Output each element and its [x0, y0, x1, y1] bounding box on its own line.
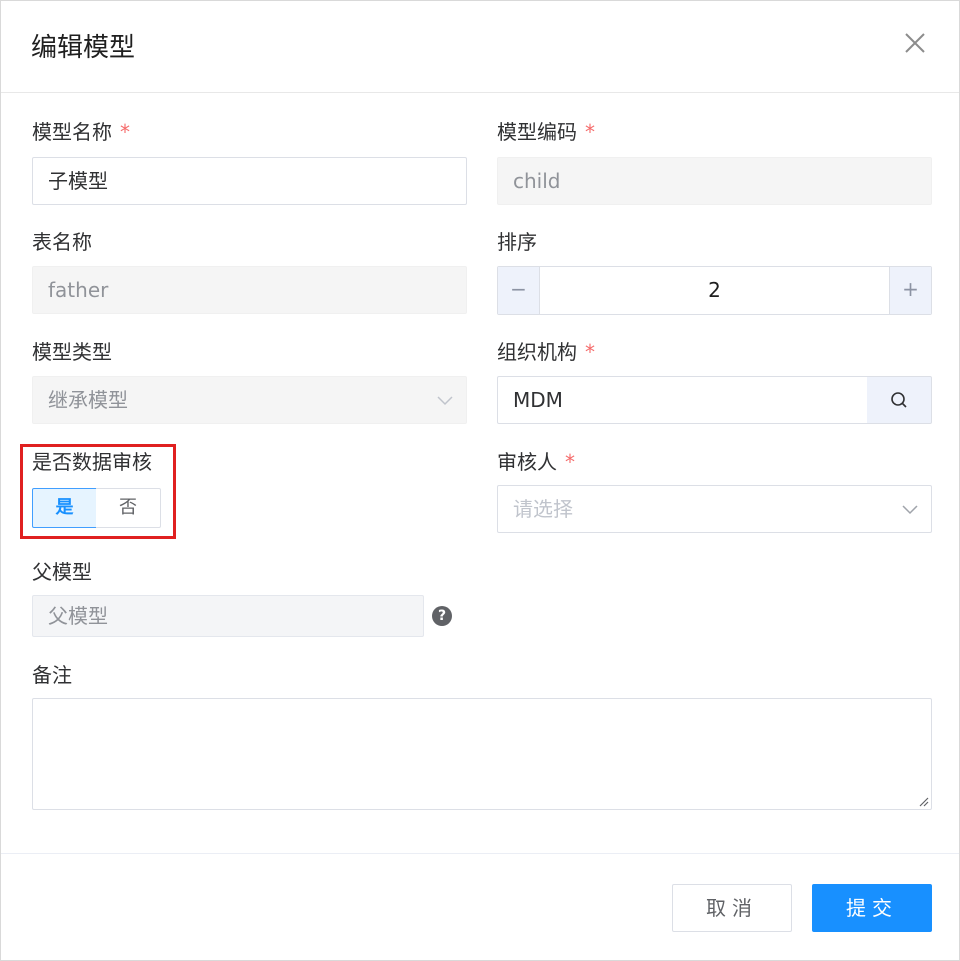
close-icon[interactable] [903, 31, 927, 55]
search-icon [891, 392, 907, 408]
cancel-button[interactable]: 取消 [672, 884, 792, 932]
table-name-value: father [48, 278, 109, 302]
decrement-button[interactable]: − [498, 267, 540, 314]
auditor-label: 审核人 * [497, 448, 575, 476]
submit-button[interactable]: 提交 [812, 884, 932, 932]
auditor-select[interactable]: 请选择 [497, 485, 932, 533]
model-type-select: 继承模型 [32, 376, 467, 424]
help-icon[interactable]: ? [432, 606, 452, 626]
parent-model-input: 父模型 [32, 595, 424, 637]
data-audit-label: 是否数据审核 [32, 450, 152, 474]
table-name-label: 表名称 [32, 230, 92, 254]
model-type-value: 继承模型 [48, 388, 128, 412]
chevron-down-icon [437, 396, 453, 406]
chevron-down-icon [902, 505, 918, 515]
sort-stepper: − 2 + [497, 266, 932, 315]
model-name-input[interactable]: 子模型 [32, 157, 467, 205]
model-type-label: 模型类型 [32, 340, 112, 364]
org-label-text: 组织机构 [497, 340, 577, 364]
model-name-label: 模型名称 * [32, 118, 130, 146]
sort-label: 排序 [497, 230, 537, 254]
dialog-title: 编辑模型 [31, 33, 136, 63]
auditor-label-text: 审核人 [497, 450, 557, 474]
model-code-value: child [513, 169, 561, 193]
required-mark: * [565, 450, 575, 474]
auditor-placeholder: 请选择 [513, 497, 573, 521]
edit-model-dialog: 编辑模型 模型名称 * 子模型 模型编码 * child 表名称 father 排序… [0, 0, 960, 961]
model-name-label-text: 模型名称 [32, 120, 112, 144]
dialog-header: 编辑模型 [1, 1, 959, 93]
radio-no[interactable]: 否 [96, 488, 161, 528]
footer-divider [1, 853, 959, 854]
model-name-value: 子模型 [48, 169, 108, 193]
required-mark: * [585, 340, 595, 364]
search-button[interactable] [867, 376, 932, 424]
table-name-input: father [32, 266, 467, 314]
parent-model-value: 父模型 [48, 604, 108, 628]
sort-value[interactable]: 2 [540, 267, 889, 314]
parent-model-label: 父模型 [32, 560, 92, 584]
model-code-label-text: 模型编码 [497, 120, 577, 144]
remark-textarea[interactable] [32, 698, 932, 810]
org-label: 组织机构 * [497, 338, 595, 366]
remark-label: 备注 [32, 663, 72, 687]
radio-yes[interactable]: 是 [32, 488, 97, 528]
resize-handle-icon[interactable] [917, 795, 929, 807]
required-mark: * [585, 120, 595, 144]
org-value: MDM [513, 388, 563, 412]
model-code-input: child [497, 157, 932, 205]
model-code-label: 模型编码 * [497, 118, 595, 146]
org-input[interactable]: MDM [497, 376, 868, 424]
required-mark: * [120, 120, 130, 144]
increment-button[interactable]: + [889, 267, 931, 314]
